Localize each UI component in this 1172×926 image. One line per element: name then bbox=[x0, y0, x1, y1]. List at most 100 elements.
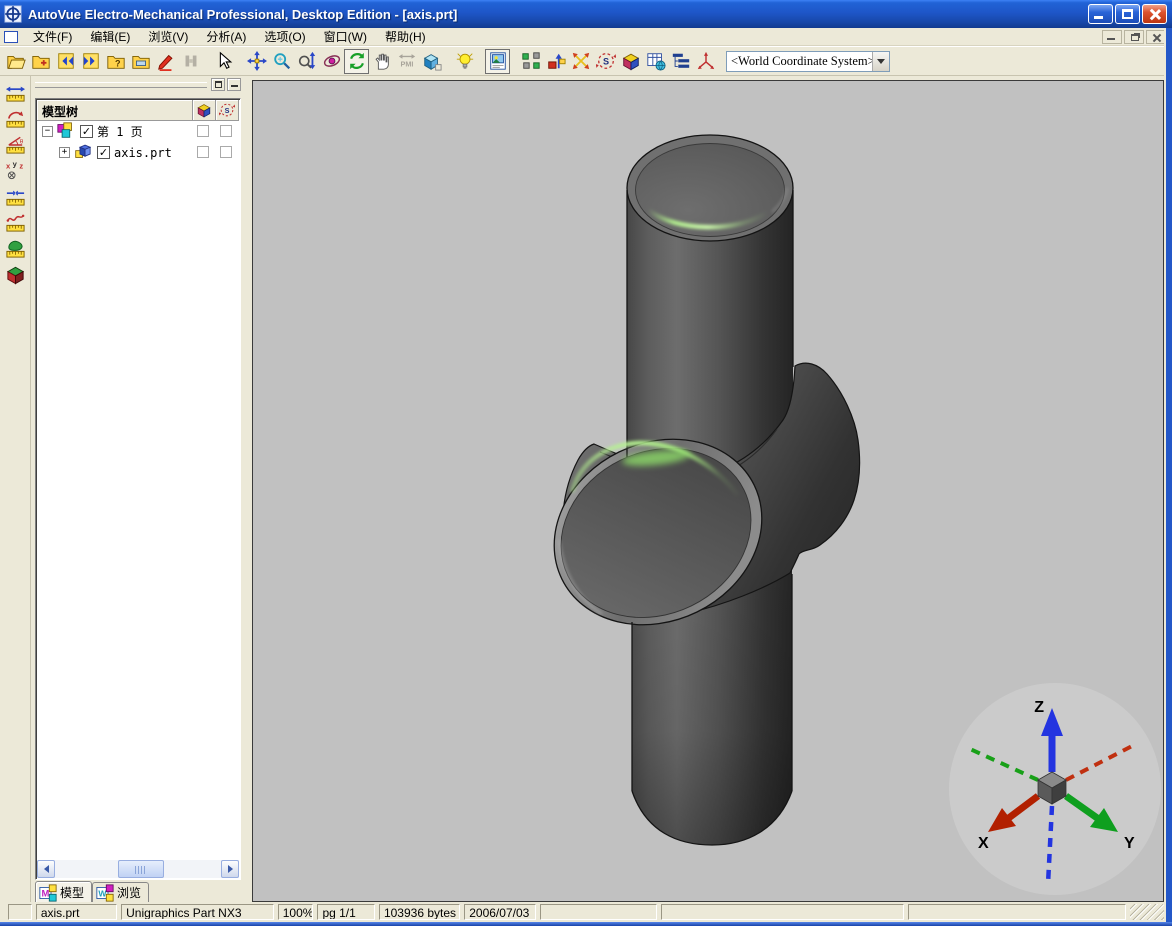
scroll-left-button[interactable] bbox=[37, 860, 55, 878]
axis-part-model[interactable] bbox=[523, 134, 861, 846]
axis-triad-icon[interactable] bbox=[693, 49, 718, 74]
model-tree-icon[interactable] bbox=[668, 49, 693, 74]
status-filetype: Unigraphics Part NX3 bbox=[121, 904, 274, 920]
tree-checkbox[interactable]: ✓ bbox=[97, 146, 110, 159]
window-bottom-border bbox=[0, 922, 1172, 926]
measure-point-icon[interactable]: xyz bbox=[2, 158, 28, 182]
color-cube-icon[interactable] bbox=[618, 49, 643, 74]
document-close-button[interactable] bbox=[1146, 30, 1166, 44]
color_cube bbox=[622, 53, 639, 71]
panel-minimize-button[interactable] bbox=[227, 78, 241, 91]
pan-hand-icon[interactable] bbox=[369, 49, 394, 74]
model-tree-box: 模型树 S − ✓ 第 1 页 + ✓ axis.prt bbox=[35, 98, 241, 880]
spin-center-icon[interactable]: S bbox=[593, 49, 618, 74]
tree-option-checkbox[interactable] bbox=[220, 125, 232, 137]
model-tree-title: 模型树 bbox=[37, 100, 193, 120]
zoom-window-icon[interactable] bbox=[294, 49, 319, 74]
panel-splitter[interactable] bbox=[245, 76, 252, 902]
move-part-icon[interactable] bbox=[543, 49, 568, 74]
close-button[interactable] bbox=[1142, 4, 1167, 24]
measure-angle-icon[interactable]: θ bbox=[2, 132, 28, 156]
thumbnails-icon[interactable] bbox=[485, 48, 510, 74]
document-restore-button[interactable] bbox=[1124, 30, 1144, 44]
next-file-icon[interactable] bbox=[78, 49, 103, 74]
part-report-icon[interactable] bbox=[643, 49, 668, 74]
m_arc bbox=[5, 110, 25, 128]
tree-option-checkbox[interactable] bbox=[220, 146, 232, 158]
menu-file[interactable]: 文件(F) bbox=[24, 27, 81, 46]
model-tree-header: 模型树 S bbox=[37, 100, 239, 121]
previous-file-icon[interactable] bbox=[53, 49, 78, 74]
menu-options[interactable]: 选项(O) bbox=[255, 27, 314, 46]
save-file-icon[interactable] bbox=[128, 49, 153, 74]
panel-maximize-button[interactable] bbox=[211, 78, 225, 91]
scrollbar-track[interactable] bbox=[55, 860, 221, 878]
autovue-window: { "window": { "title": "AutoVue Electro-… bbox=[0, 0, 1172, 926]
document-minimize-button[interactable] bbox=[1102, 30, 1122, 44]
coordinate-system-dropdown[interactable]: <World Coordinate System> bbox=[726, 50, 890, 72]
named-views-icon[interactable] bbox=[419, 49, 444, 74]
maximize-button[interactable] bbox=[1115, 4, 1140, 24]
orbit-rotate-icon[interactable] bbox=[319, 49, 344, 74]
select-cursor-icon[interactable] bbox=[211, 49, 236, 74]
tree-expander[interactable]: − bbox=[42, 126, 53, 137]
scrollbar-thumb[interactable] bbox=[118, 860, 165, 878]
section-cube-icon[interactable] bbox=[2, 262, 28, 286]
tab-browse[interactable]: W 浏览 bbox=[92, 882, 150, 902]
pan bbox=[246, 51, 267, 71]
3d-viewport[interactable]: Z X Y bbox=[252, 80, 1164, 902]
minimize-button[interactable] bbox=[1088, 4, 1113, 24]
tree-node-label: axis.prt bbox=[114, 145, 172, 160]
menu-window[interactable]: 窗口(W) bbox=[315, 27, 376, 46]
tab-model-icon: M bbox=[39, 883, 57, 902]
m_poly bbox=[5, 214, 25, 232]
measure-arc-icon[interactable] bbox=[2, 106, 28, 130]
pan-icon[interactable] bbox=[244, 49, 269, 74]
measure-distance-icon[interactable] bbox=[2, 80, 28, 104]
model-canvas: Z X Y bbox=[523, 134, 1161, 895]
markup-pen-icon[interactable] bbox=[153, 49, 178, 74]
move_part bbox=[547, 53, 566, 69]
window-controls bbox=[1088, 4, 1167, 24]
menu-view[interactable]: 浏览(V) bbox=[139, 27, 197, 46]
menu-analyze[interactable]: 分析(A) bbox=[197, 27, 255, 46]
measure-area-icon[interactable] bbox=[2, 236, 28, 260]
explode bbox=[521, 52, 540, 69]
import-file-icon[interactable] bbox=[28, 49, 53, 74]
fit-all-icon[interactable] bbox=[568, 49, 593, 74]
tree-option-checkbox[interactable] bbox=[197, 125, 209, 137]
panel-gripper[interactable] bbox=[35, 82, 207, 88]
spin-column-icon[interactable]: S bbox=[216, 100, 239, 120]
dropdown-arrow-icon[interactable] bbox=[872, 51, 889, 71]
app-icon bbox=[4, 5, 22, 23]
tree-expander[interactable]: + bbox=[59, 147, 70, 158]
report bbox=[646, 53, 666, 71]
tree-option-checkbox[interactable] bbox=[197, 146, 209, 158]
tree-node-axis-prt[interactable]: + ✓ axis.prt bbox=[37, 142, 239, 163]
resize-grip[interactable] bbox=[1130, 904, 1164, 920]
tree-node-page[interactable]: − ✓ 第 1 页 bbox=[37, 121, 239, 142]
tab-model[interactable]: M 模型 bbox=[35, 881, 93, 903]
scroll-right-button[interactable] bbox=[221, 860, 239, 878]
zoom-icon[interactable] bbox=[269, 49, 294, 74]
folder_save bbox=[131, 56, 150, 69]
triad-z-label: Z bbox=[1034, 699, 1044, 716]
axis-triad[interactable]: Z X Y bbox=[949, 683, 1161, 895]
explode-model-icon[interactable] bbox=[518, 49, 543, 74]
tree-checkbox[interactable]: ✓ bbox=[80, 125, 93, 138]
menu-help[interactable]: 帮助(H) bbox=[376, 27, 435, 46]
find-file-icon[interactable]: ? bbox=[103, 49, 128, 74]
pmi-icon: PMI bbox=[394, 49, 419, 74]
fit4 bbox=[572, 52, 589, 70]
render-lighting-icon[interactable] bbox=[452, 49, 477, 74]
spin-model-icon[interactable] bbox=[344, 48, 369, 74]
folder_open bbox=[6, 56, 26, 69]
mdi-window-controls bbox=[1102, 30, 1166, 44]
open-icon[interactable] bbox=[3, 49, 28, 74]
visibility-column-icon[interactable] bbox=[193, 100, 216, 120]
menu-edit[interactable]: 编辑(E) bbox=[81, 27, 139, 46]
tree-node-label: 第 1 页 bbox=[97, 125, 143, 139]
measure-min-distance-icon[interactable] bbox=[2, 184, 28, 208]
measure-polyline-icon[interactable] bbox=[2, 210, 28, 234]
document-icon[interactable] bbox=[4, 30, 18, 43]
